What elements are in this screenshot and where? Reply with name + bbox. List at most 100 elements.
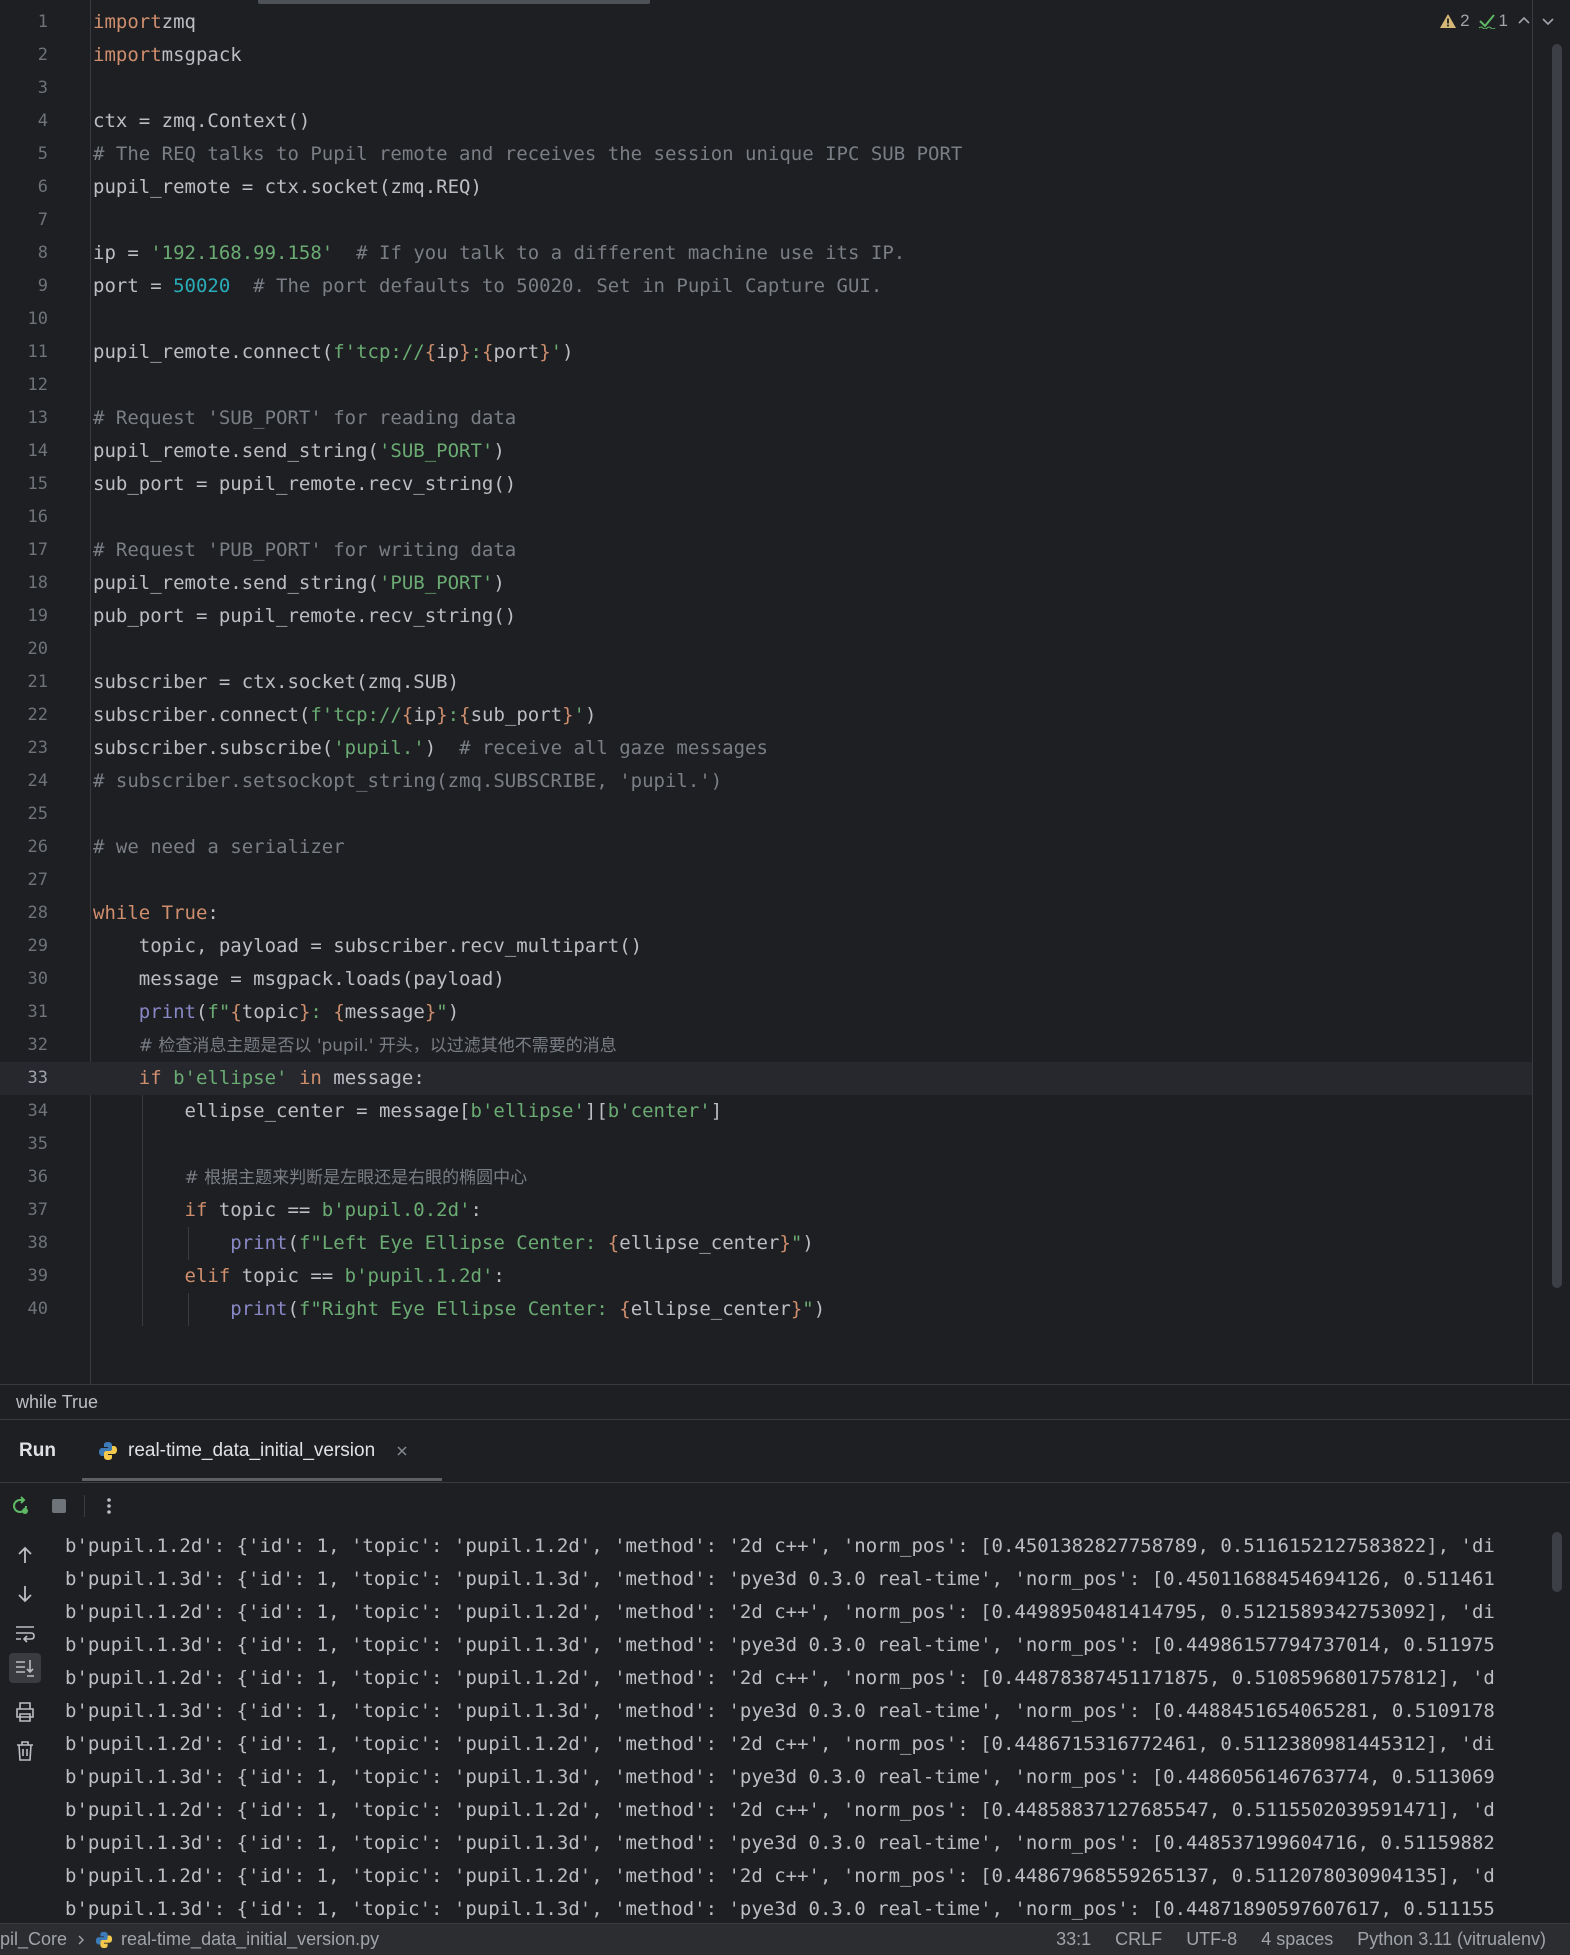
- code-editor[interactable]: 1 importzmq 2 importmsgpack 3 4 ctx = zmq.Cont…: [0, 0, 1570, 1384]
- status-cursor-position[interactable]: 33:1: [1044, 1924, 1103, 1955]
- status-encoding[interactable]: UTF-8: [1174, 1924, 1249, 1955]
- weak-warnings-indicator[interactable]: 1: [1478, 11, 1508, 31]
- code-line[interactable]: 28 while True:: [0, 897, 1532, 930]
- code-line[interactable]: 33 if b'ellipse' in message:: [0, 1062, 1532, 1095]
- line-number[interactable]: 24: [0, 765, 48, 798]
- code-line[interactable]: 9 port = 50020 # The port defaults to 500…: [0, 270, 1532, 303]
- line-number[interactable]: 10: [0, 303, 48, 336]
- chevron-up-icon[interactable]: [1516, 13, 1532, 29]
- line-number[interactable]: 6: [0, 171, 48, 204]
- line-number[interactable]: 8: [0, 237, 48, 270]
- line-number[interactable]: 37: [0, 1194, 48, 1227]
- stop-icon[interactable]: [48, 1495, 70, 1517]
- code-line[interactable]: 25: [0, 798, 1532, 831]
- line-number[interactable]: 28: [0, 897, 48, 930]
- warnings-indicator[interactable]: 2: [1439, 11, 1470, 31]
- code-line[interactable]: 34 ellipse_center = message[b'ellipse'][…: [0, 1095, 1532, 1128]
- code-line[interactable]: 24 # subscriber.setsockopt_string(zmq.SUB…: [0, 765, 1532, 798]
- line-number[interactable]: 20: [0, 633, 48, 666]
- code-line[interactable]: 4 ctx = zmq.Context(): [0, 105, 1532, 138]
- code-line[interactable]: 5 # The REQ talks to Pupil remote and rec…: [0, 138, 1532, 171]
- line-number[interactable]: 18: [0, 567, 48, 600]
- line-number[interactable]: 35: [0, 1128, 48, 1161]
- status-project[interactable]: pil_Core: [0, 1924, 67, 1955]
- status-interpreter[interactable]: Python 3.11 (vitrualenv): [1345, 1924, 1558, 1955]
- code-line[interactable]: 26 # we need a serializer: [0, 831, 1532, 864]
- line-number[interactable]: 9: [0, 270, 48, 303]
- arrow-down-icon[interactable]: [13, 1582, 37, 1606]
- line-number[interactable]: 12: [0, 369, 48, 402]
- console-output[interactable]: b'pupil.1.2d': {'id': 1, 'topic': 'pupil…: [52, 1530, 1566, 1924]
- console-scrollbar-thumb[interactable]: [1552, 1532, 1562, 1592]
- code-line[interactable]: 30 message = msgpack.loads(payload): [0, 963, 1532, 996]
- line-number[interactable]: 38: [0, 1227, 48, 1260]
- line-number[interactable]: 17: [0, 534, 48, 567]
- code-line[interactable]: 6 pupil_remote = ctx.socket(zmq.REQ): [0, 171, 1532, 204]
- code-line[interactable]: 35: [0, 1128, 1532, 1161]
- code-line[interactable]: 7: [0, 204, 1532, 237]
- code-area[interactable]: 1 importzmq 2 importmsgpack 3 4 ctx = zmq.Cont…: [0, 6, 1532, 1326]
- code-line[interactable]: 23 subscriber.subscribe('pupil.') # recei…: [0, 732, 1532, 765]
- code-line[interactable]: 18 pupil_remote.send_string('PUB_PORT'): [0, 567, 1532, 600]
- code-line[interactable]: 13 # Request 'SUB_PORT' for reading data: [0, 402, 1532, 435]
- status-line-separator[interactable]: CRLF: [1103, 1924, 1174, 1955]
- code-line[interactable]: 39 elif topic == b'pupil.1.2d':: [0, 1260, 1532, 1293]
- line-number[interactable]: 29: [0, 930, 48, 963]
- print-icon[interactable]: [13, 1700, 37, 1724]
- line-number[interactable]: 5: [0, 138, 48, 171]
- chevron-down-icon[interactable]: [1540, 13, 1556, 29]
- code-line[interactable]: 14 pupil_remote.send_string('SUB_PORT'): [0, 435, 1532, 468]
- line-number[interactable]: 31: [0, 996, 48, 1029]
- code-line[interactable]: 8 ip = '192.168.99.158' # If you talk to …: [0, 237, 1532, 270]
- code-line[interactable]: 11 pupil_remote.connect(f'tcp://{ip}:{por…: [0, 336, 1532, 369]
- close-icon[interactable]: [395, 1444, 409, 1458]
- line-number[interactable]: 19: [0, 600, 48, 633]
- line-number[interactable]: 27: [0, 864, 48, 897]
- run-config-tab[interactable]: real-time_data_initial_version: [82, 1420, 442, 1482]
- status-file[interactable]: real-time_data_initial_version.py: [121, 1924, 379, 1955]
- code-line[interactable]: 12: [0, 369, 1532, 402]
- line-number[interactable]: 33: [0, 1062, 48, 1095]
- status-indent[interactable]: 4 spaces: [1249, 1924, 1345, 1955]
- line-number[interactable]: 13: [0, 402, 48, 435]
- line-number[interactable]: 11: [0, 336, 48, 369]
- code-line[interactable]: 10: [0, 303, 1532, 336]
- code-line[interactable]: 15 sub_port = pupil_remote.recv_string(): [0, 468, 1532, 501]
- line-number[interactable]: 4: [0, 105, 48, 138]
- code-line[interactable]: 29 topic, payload = subscriber.recv_mult…: [0, 930, 1532, 963]
- more-icon[interactable]: [98, 1495, 120, 1517]
- line-number[interactable]: 32: [0, 1029, 48, 1062]
- code-line[interactable]: 36 # 根据主题来判断是左眼还是右眼的椭圆中心: [0, 1161, 1532, 1194]
- line-number[interactable]: 26: [0, 831, 48, 864]
- code-line[interactable]: 31 print(f"{topic}: {message}"): [0, 996, 1532, 1029]
- code-line[interactable]: 2 importmsgpack: [0, 39, 1532, 72]
- arrow-up-icon[interactable]: [13, 1543, 37, 1567]
- code-line[interactable]: 40 print(f"Right Eye Ellipse Center: {el…: [0, 1293, 1532, 1326]
- code-line[interactable]: 22 subscriber.connect(f'tcp://{ip}:{sub_p…: [0, 699, 1532, 732]
- code-line[interactable]: 1 importzmq: [0, 6, 1532, 39]
- code-line[interactable]: 17 # Request 'PUB_PORT' for writing data: [0, 534, 1532, 567]
- code-line[interactable]: 20: [0, 633, 1532, 666]
- line-number[interactable]: 34: [0, 1095, 48, 1128]
- line-number[interactable]: 16: [0, 501, 48, 534]
- line-number[interactable]: 23: [0, 732, 48, 765]
- code-line[interactable]: 32 # 检查消息主题是否以 'pupil.' 开头，以过滤其他不需要的消息: [0, 1029, 1532, 1062]
- line-number[interactable]: 1: [0, 6, 48, 39]
- inspection-widget[interactable]: 2 1: [1439, 8, 1556, 34]
- scroll-to-end-button[interactable]: [9, 1653, 41, 1683]
- code-line[interactable]: 37 if topic == b'pupil.0.2d':: [0, 1194, 1532, 1227]
- line-number[interactable]: 14: [0, 435, 48, 468]
- code-line[interactable]: 21 subscriber = ctx.socket(zmq.SUB): [0, 666, 1532, 699]
- vertical-scrollbar-thumb[interactable]: [1552, 44, 1562, 1288]
- line-number[interactable]: 40: [0, 1293, 48, 1326]
- trash-icon[interactable]: [13, 1739, 37, 1763]
- line-number[interactable]: 36: [0, 1161, 48, 1194]
- line-number[interactable]: 3: [0, 72, 48, 105]
- code-breadcrumb[interactable]: while True: [0, 1384, 1570, 1419]
- code-line[interactable]: 27: [0, 864, 1532, 897]
- code-line[interactable]: 19 pub_port = pupil_remote.recv_string(): [0, 600, 1532, 633]
- line-number[interactable]: 25: [0, 798, 48, 831]
- line-number[interactable]: 21: [0, 666, 48, 699]
- code-line[interactable]: 16: [0, 501, 1532, 534]
- line-number[interactable]: 30: [0, 963, 48, 996]
